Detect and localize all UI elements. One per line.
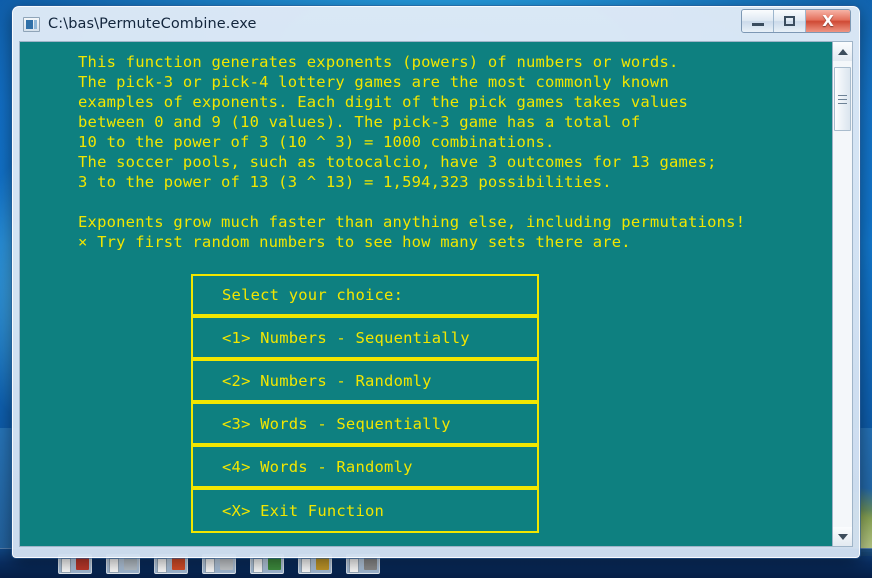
scrollbar-thumb[interactable] bbox=[834, 67, 851, 131]
console-line: 10 to the power of 3 (10 ^ 3) = 1000 com… bbox=[78, 133, 555, 151]
console-output: This function generates exponents (power… bbox=[20, 42, 832, 546]
console-window-icon bbox=[23, 16, 40, 32]
menu-item-label: <4> Words - Randomly bbox=[222, 458, 413, 476]
scroll-down-arrow-icon bbox=[837, 533, 848, 540]
console-line: × Try first random numbers to see how ma… bbox=[78, 233, 631, 251]
console-line: The soccer pools, such as totocalcio, ha… bbox=[78, 153, 717, 171]
console-window: C:\bas\PermuteCombine.exe X This functio… bbox=[12, 6, 860, 558]
console-line: Exponents grow much faster than anything… bbox=[78, 213, 746, 231]
scroll-up-button[interactable] bbox=[833, 42, 852, 61]
minimize-button[interactable] bbox=[742, 10, 774, 32]
menu-item-words-randomly[interactable]: <4> Words - Randomly bbox=[193, 448, 537, 488]
taskbar-button-icon bbox=[220, 557, 233, 570]
console-line: The pick-3 or pick-4 lottery games are t… bbox=[78, 73, 669, 91]
window-title: C:\bas\PermuteCombine.exe bbox=[48, 16, 257, 32]
taskbar-button-icon bbox=[364, 557, 377, 570]
console-line: 3 to the power of 13 (3 ^ 13) = 1,594,32… bbox=[78, 173, 612, 191]
menu-header: Select your choice: bbox=[193, 276, 537, 316]
console-area: This function generates exponents (power… bbox=[19, 41, 853, 547]
taskbar-button-icon bbox=[76, 557, 89, 570]
console-line: between 0 and 9 (10 values). The pick-3 … bbox=[78, 113, 641, 131]
menu-item-label: <2> Numbers - Randomly bbox=[222, 372, 432, 390]
taskbar-button-icon bbox=[316, 557, 329, 570]
close-icon: X bbox=[822, 11, 834, 30]
scrollbar-grip-line bbox=[838, 94, 847, 96]
scrollbar-grip-line bbox=[838, 98, 847, 100]
menu-item-label: <X> Exit Function bbox=[222, 502, 385, 520]
menu-item-label: <3> Words - Sequentially bbox=[222, 415, 451, 433]
close-button[interactable]: X bbox=[806, 10, 850, 32]
maximize-button[interactable] bbox=[774, 10, 806, 32]
menu-item-words-sequentially[interactable]: <3> Words - Sequentially bbox=[193, 405, 537, 445]
minimize-icon bbox=[751, 23, 764, 26]
vertical-scrollbar[interactable] bbox=[832, 42, 852, 546]
taskbar-button-icon bbox=[172, 557, 185, 570]
menu-item-exit-function[interactable]: <X> Exit Function bbox=[193, 491, 537, 531]
desktop: C:\bas\PermuteCombine.exe X This functio… bbox=[0, 0, 872, 578]
taskbar-button-icon bbox=[268, 557, 281, 570]
menu-item-numbers-sequentially[interactable]: <1> Numbers - Sequentially bbox=[193, 319, 537, 359]
scroll-down-button[interactable] bbox=[833, 527, 852, 546]
menu-item-label: <1> Numbers - Sequentially bbox=[222, 329, 470, 347]
scroll-up-arrow-icon bbox=[837, 48, 848, 55]
menu-header-label: Select your choice: bbox=[222, 286, 404, 304]
console-line: examples of exponents. Each digit of the… bbox=[78, 93, 689, 111]
window-controls: X bbox=[741, 9, 851, 33]
choice-menu: Select your choice: <1> Numbers - Sequen… bbox=[191, 274, 539, 533]
title-bar[interactable]: C:\bas\PermuteCombine.exe X bbox=[19, 7, 853, 41]
console-line: This function generates exponents (power… bbox=[78, 53, 679, 71]
taskbar-button-icon bbox=[124, 557, 137, 570]
maximize-icon bbox=[784, 16, 795, 26]
scrollbar-track[interactable] bbox=[833, 61, 852, 527]
scrollbar-grip-line bbox=[838, 102, 847, 104]
menu-item-numbers-randomly[interactable]: <2> Numbers - Randomly bbox=[193, 362, 537, 402]
